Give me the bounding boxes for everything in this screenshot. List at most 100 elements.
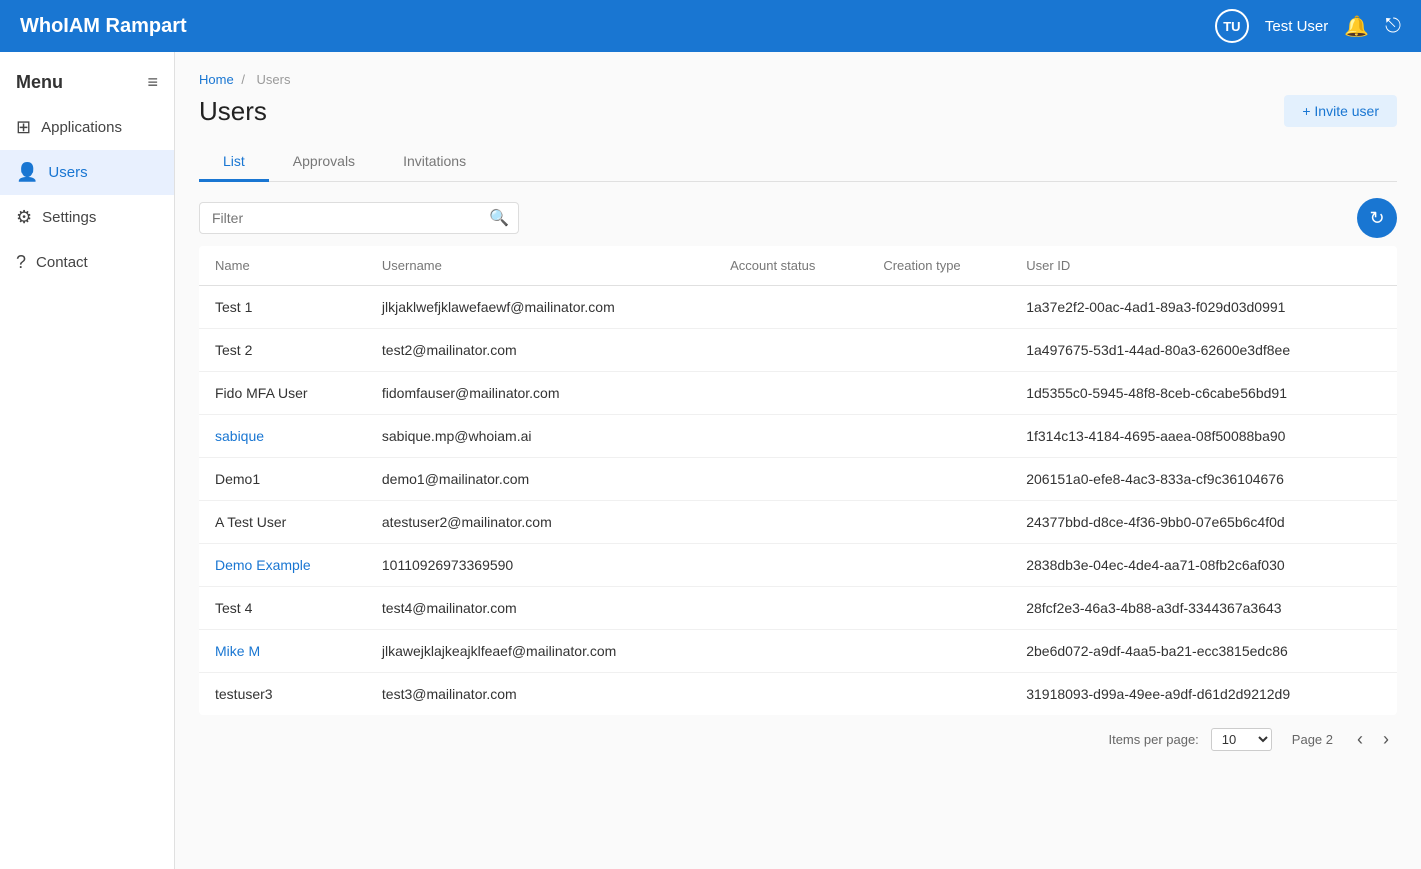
cell-name[interactable]: Test 2 <box>199 329 366 372</box>
items-per-page-select[interactable]: 10 25 50 <box>1211 728 1272 751</box>
page-indicator: Page 2 <box>1292 732 1333 747</box>
breadcrumb-separator: / <box>241 72 248 87</box>
breadcrumb-current: Users <box>257 72 291 87</box>
sidebar-item-users[interactable]: 👤 Users <box>0 150 174 195</box>
menu-header: Menu ≡ <box>0 64 174 105</box>
cell-creation-type <box>867 673 1010 716</box>
cell-name[interactable]: sabique <box>199 415 366 458</box>
cell-name[interactable]: Demo Example <box>199 544 366 587</box>
sidebar-item-settings[interactable]: ⚙ Settings <box>0 195 174 240</box>
next-page-button[interactable]: › <box>1379 727 1393 752</box>
app-title: WhoIAM Rampart <box>20 15 187 38</box>
pagination: Items per page: 10 25 50 Page 2 ‹ › <box>199 715 1397 756</box>
settings-icon: ⚙ <box>16 207 32 228</box>
table-row[interactable]: Mike M jlkawejklajkeajklfeaef@mailinator… <box>199 630 1397 673</box>
prev-page-button[interactable]: ‹ <box>1353 727 1367 752</box>
cell-user-id: 24377bbd-d8ce-4f36-9bb0-07e65b6c4f0d <box>1010 501 1397 544</box>
breadcrumb-home[interactable]: Home <box>199 72 234 87</box>
table-row[interactable]: Demo Example 10110926973369590 2838db3e-… <box>199 544 1397 587</box>
cell-creation-type <box>867 415 1010 458</box>
table-row[interactable]: Fido MFA User fidomfauser@mailinator.com… <box>199 372 1397 415</box>
tab-approvals[interactable]: Approvals <box>269 143 379 182</box>
tab-list[interactable]: List <box>199 143 269 182</box>
cell-account-status <box>714 501 867 544</box>
table-row[interactable]: testuser3 test3@mailinator.com 31918093-… <box>199 673 1397 716</box>
topnav-username: Test User <box>1265 18 1328 35</box>
bell-icon[interactable]: 🔔 <box>1344 14 1369 39</box>
cell-username: demo1@mailinator.com <box>366 458 714 501</box>
user-name-link[interactable]: Mike M <box>215 643 260 659</box>
cell-user-id: 2be6d072-a9df-4aa5-ba21-ecc3815edc86 <box>1010 630 1397 673</box>
logout-icon[interactable]: ⎋ <box>1385 15 1401 38</box>
cell-account-status <box>714 458 867 501</box>
user-name-link[interactable]: Demo Example <box>215 557 311 573</box>
col-account-status: Account status <box>714 246 867 286</box>
cell-user-id: 31918093-d99a-49ee-a9df-d61d2d9212d9 <box>1010 673 1397 716</box>
table-row[interactable]: Test 4 test4@mailinator.com 28fcf2e3-46a… <box>199 587 1397 630</box>
cell-username: 10110926973369590 <box>366 544 714 587</box>
user-name: Test 2 <box>215 342 252 358</box>
user-name: Test 4 <box>215 600 252 616</box>
cell-username: atestuser2@mailinator.com <box>366 501 714 544</box>
cell-creation-type <box>867 372 1010 415</box>
cell-username: test2@mailinator.com <box>366 329 714 372</box>
user-name: Test 1 <box>215 299 252 315</box>
cell-name[interactable]: Test 1 <box>199 286 366 329</box>
sidebar-item-applications[interactable]: ⊞ Applications <box>0 105 174 150</box>
table-row[interactable]: sabique sabique.mp@whoiam.ai 1f314c13-41… <box>199 415 1397 458</box>
cell-name[interactable]: testuser3 <box>199 673 366 716</box>
refresh-button[interactable]: ↻ <box>1357 198 1397 238</box>
table-row[interactable]: Demo1 demo1@mailinator.com 206151a0-efe8… <box>199 458 1397 501</box>
cell-user-id: 1a37e2f2-00ac-4ad1-89a3-f029d03d0991 <box>1010 286 1397 329</box>
cell-creation-type <box>867 544 1010 587</box>
menu-label: Menu <box>16 72 63 93</box>
cell-user-id: 28fcf2e3-46a3-4b88-a3df-3344367a3643 <box>1010 587 1397 630</box>
topnav-right: TU Test User 🔔 ⎋ <box>1215 9 1401 43</box>
cell-username: fidomfauser@mailinator.com <box>366 372 714 415</box>
user-name-link[interactable]: sabique <box>215 428 264 444</box>
cell-user-id: 1f314c13-4184-4695-aaea-08f50088ba90 <box>1010 415 1397 458</box>
menu-toggle-icon[interactable]: ≡ <box>147 72 158 93</box>
table-header-row: Name Username Account status Creation ty… <box>199 246 1397 286</box>
avatar: TU <box>1215 9 1249 43</box>
cell-name[interactable]: Test 4 <box>199 587 366 630</box>
cell-username: test3@mailinator.com <box>366 673 714 716</box>
contact-icon: ? <box>16 252 26 273</box>
table-row[interactable]: Test 1 jlkjaklwefjklawefaewf@mailinator.… <box>199 286 1397 329</box>
filter-input[interactable] <box>199 202 519 234</box>
cell-name[interactable]: Fido MFA User <box>199 372 366 415</box>
page-title: Users <box>199 96 267 127</box>
col-creation-type: Creation type <box>867 246 1010 286</box>
sidebar-item-contact[interactable]: ? Contact <box>0 240 174 285</box>
cell-account-status <box>714 329 867 372</box>
cell-account-status <box>714 415 867 458</box>
table-row[interactable]: Test 2 test2@mailinator.com 1a497675-53d… <box>199 329 1397 372</box>
cell-username: sabique.mp@whoiam.ai <box>366 415 714 458</box>
user-name: Demo1 <box>215 471 260 487</box>
invite-user-button[interactable]: + Invite user <box>1284 95 1397 127</box>
sidebar: Menu ≡ ⊞ Applications 👤 Users ⚙ Settings… <box>0 52 175 869</box>
layout: Menu ≡ ⊞ Applications 👤 Users ⚙ Settings… <box>0 52 1421 869</box>
col-username: Username <box>366 246 714 286</box>
filter-input-wrap: 🔍 <box>199 202 519 234</box>
table-row[interactable]: A Test User atestuser2@mailinator.com 24… <box>199 501 1397 544</box>
filter-row: 🔍 ↻ <box>199 198 1397 238</box>
cell-name[interactable]: Mike M <box>199 630 366 673</box>
cell-account-status <box>714 673 867 716</box>
cell-user-id: 1d5355c0-5945-48f8-8ceb-c6cabe56bd91 <box>1010 372 1397 415</box>
topnav-left: WhoIAM Rampart <box>20 15 187 38</box>
tab-invitations[interactable]: Invitations <box>379 143 490 182</box>
user-name: Fido MFA User <box>215 385 308 401</box>
cell-creation-type <box>867 286 1010 329</box>
tabs: List Approvals Invitations <box>199 143 1397 182</box>
cell-user-id: 206151a0-efe8-4ac3-833a-cf9c36104676 <box>1010 458 1397 501</box>
user-name: A Test User <box>215 514 286 530</box>
search-icon: 🔍 <box>489 208 509 228</box>
sidebar-item-settings-label: Settings <box>42 209 96 226</box>
page-header: Users + Invite user <box>199 95 1397 127</box>
sidebar-item-contact-label: Contact <box>36 254 88 271</box>
cell-name[interactable]: A Test User <box>199 501 366 544</box>
users-table: Name Username Account status Creation ty… <box>199 246 1397 715</box>
cell-name[interactable]: Demo1 <box>199 458 366 501</box>
cell-user-id: 2838db3e-04ec-4de4-aa71-08fb2c6af030 <box>1010 544 1397 587</box>
